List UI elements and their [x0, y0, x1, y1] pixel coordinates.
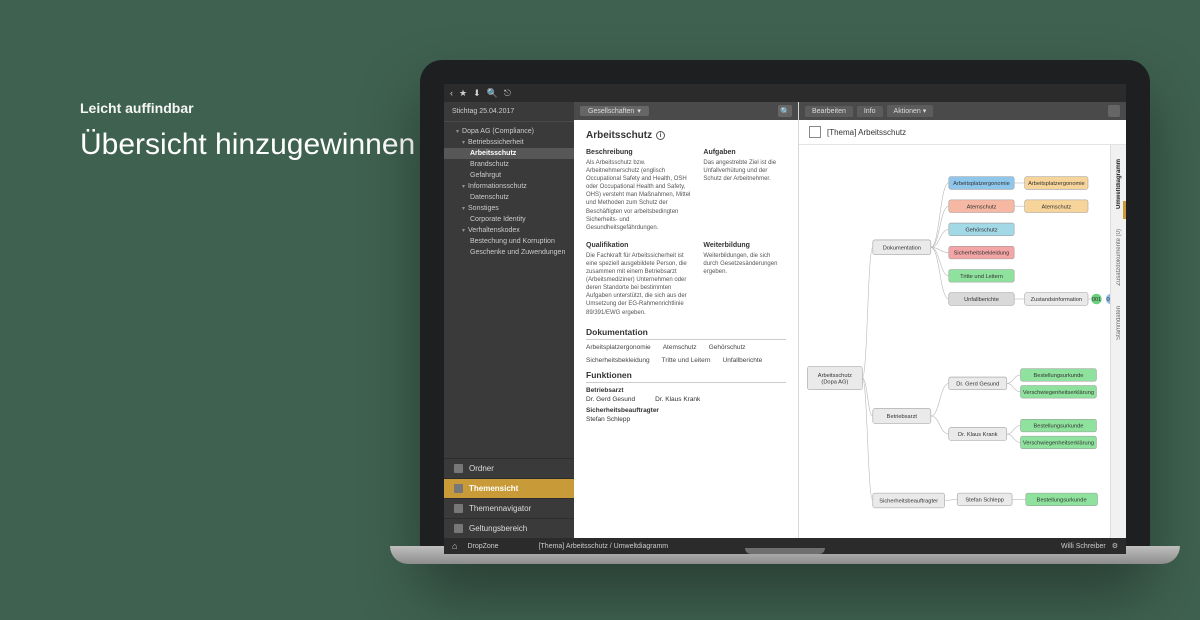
svg-text:Arbeitsschutz: Arbeitsschutz: [818, 373, 852, 379]
home-icon[interactable]: ⌂: [452, 541, 457, 551]
svg-text:Bestellungsurkunde: Bestellungsurkunde: [1037, 498, 1087, 504]
tree-item[interactable]: Arbeitsschutz: [444, 148, 574, 159]
side-tabs: Umweltdiagramm Zusatzdokumente (0) Stamm…: [1110, 145, 1126, 538]
section-title: Funktionen: [586, 370, 786, 383]
section-heading: Beschreibung: [586, 149, 693, 156]
breadcrumb: [Thema] Arbeitsschutz / Umweltdiagramm: [539, 543, 669, 550]
svg-text:Tritte und Leitern: Tritte und Leitern: [960, 274, 1003, 280]
svg-text:Dr. Gerd Gesund: Dr. Gerd Gesund: [956, 381, 999, 387]
tree-item[interactable]: Datenschutz: [444, 192, 574, 203]
tree-group[interactable]: Sonstiges: [444, 203, 574, 214]
section-heading: Weiterbildung: [703, 242, 786, 249]
detail-search-icon[interactable]: 🔍: [778, 105, 792, 117]
section-heading: Aufgaben: [703, 149, 786, 156]
doc-tag[interactable]: Atemschutz: [663, 344, 697, 351]
date-filter[interactable]: Stichtag 25.04.2017: [444, 102, 574, 122]
section-title: Dokumentation: [586, 327, 786, 340]
doc-tag[interactable]: Unfallberichte: [723, 357, 763, 364]
dropzone-label[interactable]: DropZone: [467, 543, 498, 550]
folder-icon[interactable]: [1108, 105, 1120, 117]
gear-icon[interactable]: ⚙: [1112, 542, 1118, 550]
sidebar: Stichtag 25.04.2017 Dopa AG (Compliance)…: [444, 102, 574, 538]
current-user[interactable]: Willi Schreiber: [1061, 543, 1106, 550]
nav-icon: [454, 504, 463, 513]
svg-text:Arbeitsplatzergonomie: Arbeitsplatzergonomie: [953, 181, 1010, 187]
tab-actions[interactable]: Aktionen ▾: [887, 105, 934, 117]
svg-text:Gehörschutz: Gehörschutz: [965, 227, 997, 233]
topic-tree: Dopa AG (Compliance) BetriebssicherheitA…: [444, 122, 574, 458]
diagram-column: Bearbeiten Info Aktionen ▾ [Thema] Arbei…: [799, 102, 1126, 538]
svg-text:(Dopa AG): (Dopa AG): [821, 379, 848, 385]
func-value: Dr. Klaus Krank: [655, 396, 700, 403]
doc-title: Arbeitsschutz i: [586, 130, 786, 141]
tree-item[interactable]: Bestechung und Korruption: [444, 236, 574, 247]
svg-text:Verschwiegenheitserklärung: Verschwiegenheitserklärung: [1023, 390, 1094, 396]
svg-text:Arbeitsplatzergonomie: Arbeitsplatzergonomie: [1028, 181, 1085, 187]
detail-toolbar: Gesellschaften▾ 🔍: [574, 102, 798, 120]
tree-group[interactable]: Verhaltenskodex: [444, 225, 574, 236]
section-body: Als Arbeitsschutz bzw. Arbeitnehmerschut…: [586, 159, 693, 232]
svg-text:Sicherheitsbekleidung: Sicherheitsbekleidung: [954, 251, 1010, 257]
mindmap-diagram[interactable]: Arbeitsschutz(Dopa AG) Dokumentation Betri…: [799, 145, 1126, 538]
download-icon[interactable]: ⬇: [473, 88, 481, 99]
nav-item[interactable]: Ordner: [444, 458, 574, 478]
tree-item[interactable]: Corporate Identity: [444, 214, 574, 225]
func-label: Sicherheitsbeauftragter: [586, 407, 786, 414]
nav-item[interactable]: Themensicht: [444, 478, 574, 498]
svg-text:001: 001: [1092, 297, 1102, 303]
search-icon[interactable]: 🔍: [487, 88, 498, 99]
diagram-toolbar: Bearbeiten Info Aktionen ▾: [799, 102, 1126, 120]
app-toolbar: ‹ ★ ⬇ 🔍 ⎋: [444, 84, 1126, 102]
doc-tag[interactable]: Sicherheitsbekleidung: [586, 357, 650, 364]
app-window: ‹ ★ ⬇ 🔍 ⎋ Stichtag 25.04.2017 Dopa AG (C…: [444, 84, 1126, 554]
func-value: Dr. Gerd Gesund: [586, 396, 635, 403]
laptop-mockup: ‹ ★ ⬇ 🔍 ⎋ Stichtag 25.04.2017 Dopa AG (C…: [420, 60, 1150, 564]
doc-tag[interactable]: Tritte und Leitern: [662, 357, 711, 364]
detail-column: Gesellschaften▾ 🔍 Arbeitsschutz i: [574, 102, 799, 538]
company-filter[interactable]: Gesellschaften▾: [580, 106, 649, 116]
sidetab-master[interactable]: Stammdaten: [1116, 302, 1122, 344]
back-icon[interactable]: ‹: [450, 88, 453, 98]
svg-text:Zustandsinformation: Zustandsinformation: [1031, 297, 1083, 303]
nav-item[interactable]: Geltungsbereich: [444, 518, 574, 538]
section-body: Die Fachkraft für Arbeitssicherheit ist …: [586, 252, 693, 317]
nav-item[interactable]: Themennavigator: [444, 498, 574, 518]
tab-info[interactable]: Info: [857, 106, 883, 117]
section-heading: Qualifikation: [586, 242, 693, 249]
nav-icon: [454, 524, 463, 533]
svg-text:Verschwiegenheitserklärung: Verschwiegenheitserklärung: [1023, 441, 1094, 447]
section-body: Weiterbildungen, die sich durch Gesetzes…: [703, 252, 786, 276]
svg-text:Bestellungsurkunde: Bestellungsurkunde: [1033, 373, 1083, 379]
svg-text:Bestellungsurkunde: Bestellungsurkunde: [1033, 424, 1083, 430]
svg-text:Dokumentation: Dokumentation: [883, 245, 921, 251]
doc-tag[interactable]: Arbeitsplatzergonomie: [586, 344, 651, 351]
tree-root[interactable]: Dopa AG (Compliance): [444, 126, 574, 137]
nav-icon: [454, 464, 463, 473]
tree-group[interactable]: Informationsschutz: [444, 181, 574, 192]
nav-icon: [454, 484, 463, 493]
doc-tag[interactable]: Gehörschutz: [709, 344, 746, 351]
func-label: Betriebsarzt: [586, 387, 786, 394]
tree-item[interactable]: Gefahrgut: [444, 170, 574, 181]
topic-icon: [809, 126, 821, 138]
info-icon[interactable]: i: [656, 131, 665, 140]
svg-text:Unfallberichte: Unfallberichte: [964, 297, 999, 303]
svg-text:Atemschutz: Atemschutz: [1042, 204, 1072, 210]
svg-text:Atemschutz: Atemschutz: [967, 204, 997, 210]
tree-item[interactable]: Geschenke und Zuwendungen: [444, 247, 574, 258]
sidetab-diagram[interactable]: Umweltdiagramm: [1116, 155, 1122, 213]
tab-edit[interactable]: Bearbeiten: [805, 106, 853, 117]
func-value: Stefan Schlepp: [586, 416, 630, 423]
logout-icon[interactable]: ⎋: [504, 88, 511, 99]
tree-item[interactable]: Brandschutz: [444, 159, 574, 170]
svg-text:Betriebsarzt: Betriebsarzt: [887, 414, 918, 420]
svg-text:Stefan Schlepp: Stefan Schlepp: [965, 498, 1004, 504]
star-icon[interactable]: ★: [459, 88, 467, 99]
tree-group[interactable]: Betriebssicherheit: [444, 137, 574, 148]
svg-text:Sicherheitsbeauftragter: Sicherheitsbeauftragter: [879, 499, 938, 505]
section-body: Das angestrebte Ziel ist die Unfallverhü…: [703, 159, 786, 183]
sidetab-docs[interactable]: Zusatzdokumente (0): [1116, 225, 1122, 290]
diagram-heading: [Thema] Arbeitsschutz: [827, 128, 906, 137]
svg-text:Dr. Klaus Krank: Dr. Klaus Krank: [958, 432, 998, 438]
